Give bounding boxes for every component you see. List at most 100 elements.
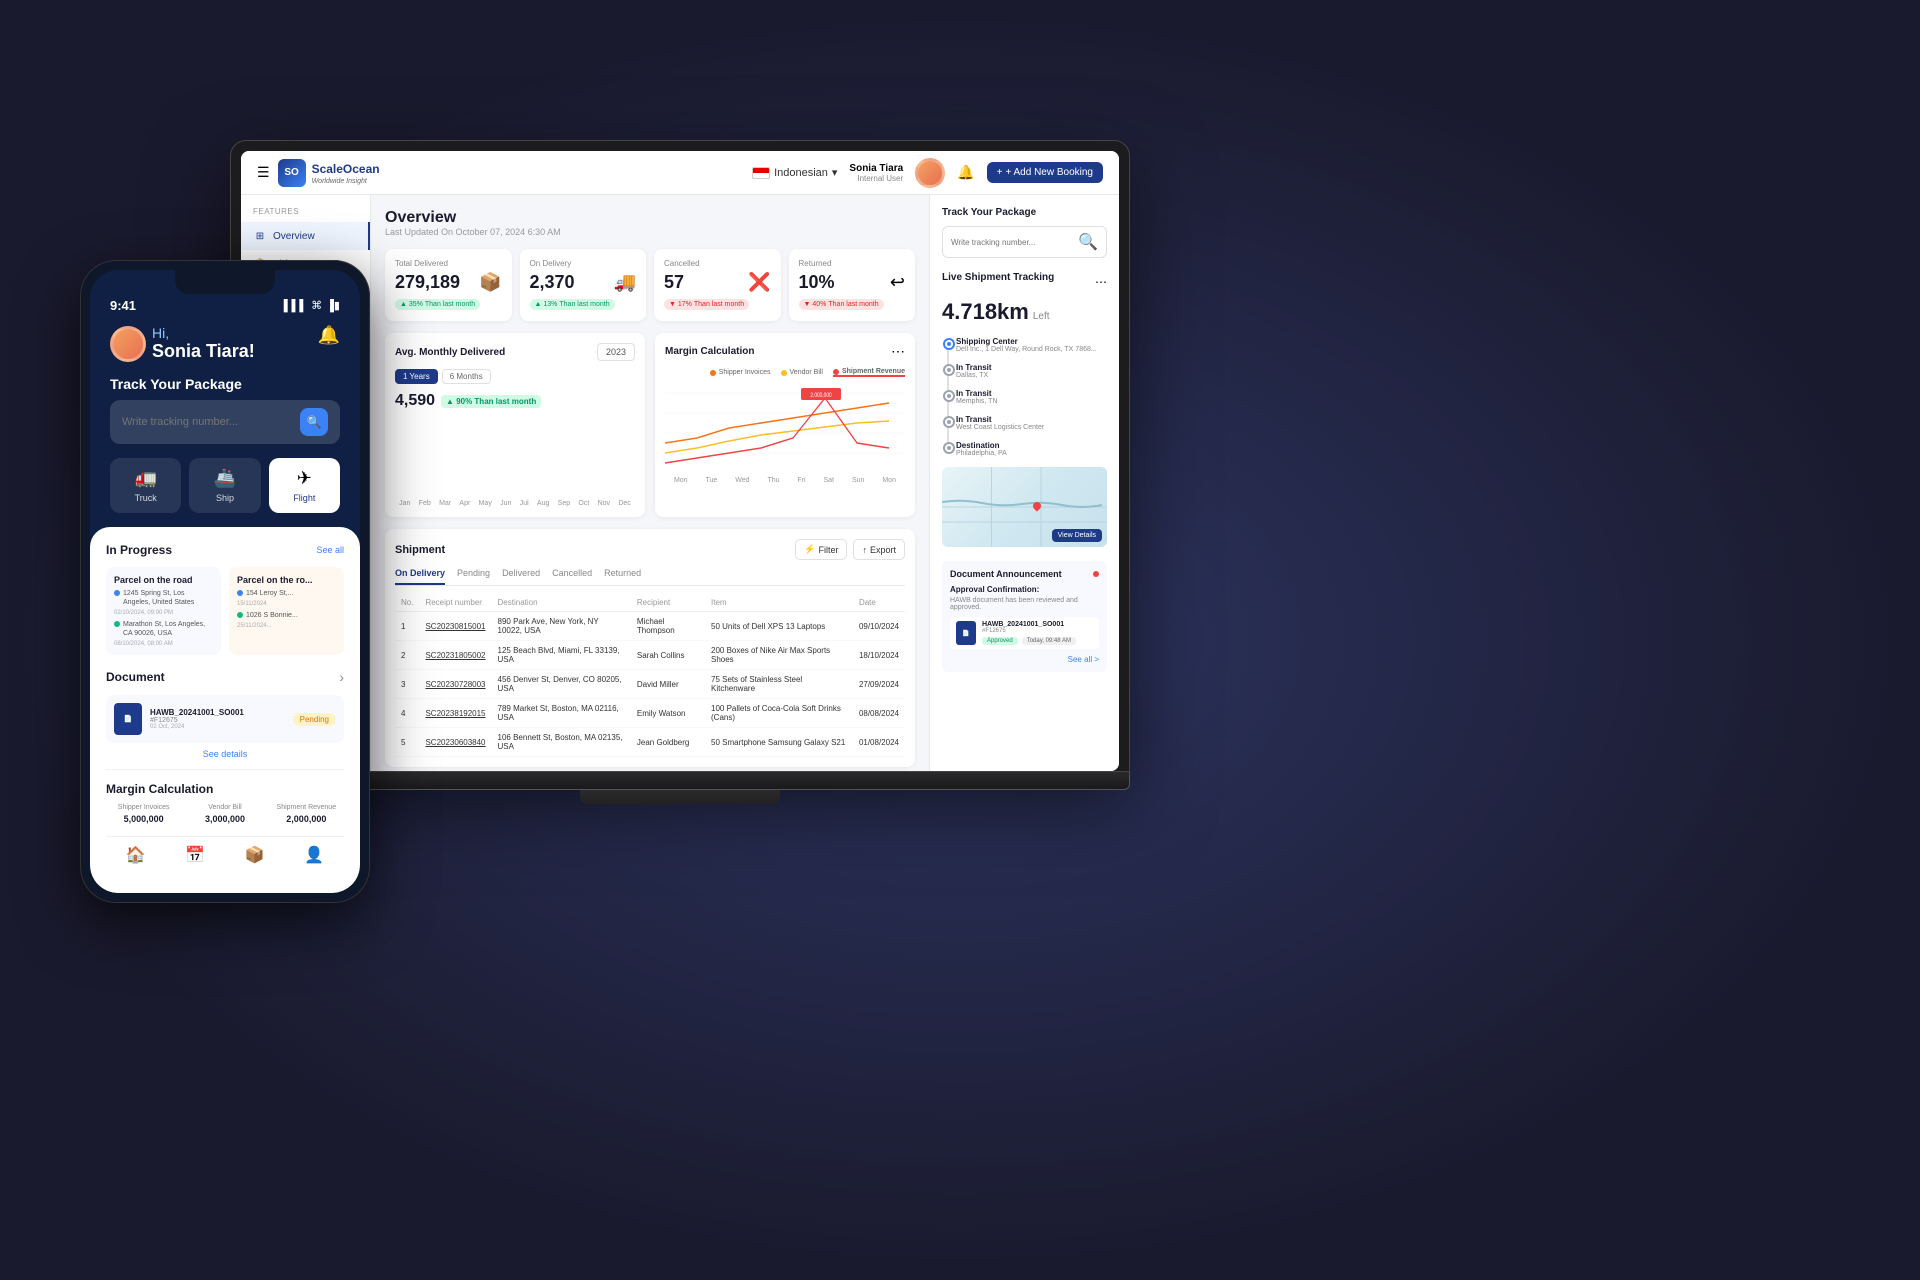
doc-icon: 📄 [114,703,142,735]
in-progress-title: In Progress [106,543,172,557]
stats-row: Total Delivered 279,189 📦 ▲ 35% Than las… [385,249,915,321]
see-all-link[interactable]: See all > [950,655,1099,664]
parcel-cards: Parcel on the road 1245 Spring St, Los A… [106,567,344,655]
tab-pending[interactable]: Pending [457,568,490,585]
battery-icon: ▐▮ [326,299,340,312]
laptop-body: FEATURES ⊞ Overview 📦 Shipment 📍 Trackin… [241,195,1119,771]
timeline-item-1: In Transit Dallas, TX [956,363,1107,379]
signal-icon: ▌▌▌ [284,300,307,312]
see-details-link[interactable]: See details [106,749,344,759]
avg-chart: Avg. Monthly Delivered 2023 1 Years 6 Mo… [385,333,645,517]
doc-row: 📄 HAWB_20241001_SO001 #F12675 02 Oct, 20… [106,695,344,743]
mobile-header: Hi, Sonia Tiara! 🔔 [90,317,360,376]
timeline-item-4: Destination Philadelphia, PA [956,441,1107,457]
transport-ship[interactable]: 🚢 Ship [189,458,260,513]
tab-1years[interactable]: 1 Years [395,369,438,384]
profile-icon: 👤 [304,845,324,865]
language-selector[interactable]: Indonesian ▾ [752,166,837,179]
charts-row: Avg. Monthly Delivered 2023 1 Years 6 Mo… [385,333,915,517]
live-tracking-section: Live Shipment Tracking ⋯ 4.718km Left [942,272,1107,547]
live-tracking-title: Live Shipment Tracking [942,272,1054,283]
stat-returned: Returned 10% ↩ ▼ 40% Than last month [789,249,916,321]
track-section: Track Your Package 🔍 [90,376,360,458]
receipt-link[interactable]: SC20230815001 [419,612,491,641]
parcel-card-2: Parcel on the ro... 154 Leroy St,... 15/… [229,567,344,655]
filter-button[interactable]: ⚡ Filter [795,539,847,560]
tab-returned[interactable]: Returned [604,568,641,585]
mobile-avatar [110,326,146,362]
nav-home[interactable]: 🏠 [106,845,166,865]
pending-badge: Pending [293,713,336,726]
table-row: 4 SC20238192015 789 Market St, Boston, M… [395,699,905,728]
stat-on-delivery: On Delivery 2,370 🚚 ▲ 13% Than last mont… [520,249,647,321]
ship-icon: 🚢 [214,468,236,489]
truck-icon: 🚛 [134,468,156,489]
track-input-wrapper[interactable]: 🔍 [110,400,340,444]
bell-icon-mobile[interactable]: 🔔 [318,325,340,346]
nav-profile[interactable]: 👤 [285,845,345,865]
nav-calendar[interactable]: 📅 [166,845,226,865]
calendar-icon: 📅 [185,845,205,865]
view-details-button[interactable]: View Details [1052,529,1102,542]
file-icon: 📄 [956,621,976,645]
sidebar-item-overview[interactable]: ⊞ Overview [241,222,370,250]
bar-chart [395,416,635,496]
stat-total-delivered: Total Delivered 279,189 📦 ▲ 35% Than las… [385,249,512,321]
timeline-dot [945,366,953,374]
tab-on-delivery[interactable]: On Delivery [395,568,445,585]
doc-section-mobile: Document › 📄 HAWB_20241001_SO001 #F12675… [106,669,344,770]
export-button[interactable]: ↑ Export [853,539,905,560]
receipt-link[interactable]: SC20230603840 [419,728,491,757]
search-button-mobile[interactable]: 🔍 [300,408,328,436]
mobile-bottom: In Progress See all Parcel on the road 1… [90,527,360,893]
nav-packages[interactable]: 📦 [225,845,285,865]
laptop-topnav: ☰ SO ScaleOcean Worldwide Insight [241,151,1119,195]
user-avatar [915,158,945,188]
timeline-dot [945,392,953,400]
tab-delivered[interactable]: Delivered [502,568,540,585]
track-input-mobile[interactable] [122,416,292,428]
line-chart: 2,000,000 [665,383,905,473]
mobile-screen: 9:41 ▌▌▌ ⌘ ▐▮ Hi, Sonia Tiar [90,270,360,893]
add-booking-button[interactable]: + + Add New Booking [987,162,1103,183]
receipt-link[interactable]: SC20231805002 [419,641,491,670]
page-subtitle: Last Updated On October 07, 2024 6:30 AM [385,227,915,237]
track-input[interactable] [951,238,1073,247]
logo-text: ScaleOcean Worldwide Insight [312,160,380,185]
tab-6months[interactable]: 6 Months [442,369,491,384]
panel-track-title: Track Your Package [942,207,1107,218]
bell-icon[interactable]: 🔔 [957,164,974,181]
table-row: 2 SC20231805002 125 Beach Blvd, Miami, F… [395,641,905,670]
user-info: Sonia Tiara Internal User [849,163,903,183]
doc-arrow-icon[interactable]: › [339,669,344,685]
shipment-table: No. Receipt number Destination Recipient… [395,594,905,757]
table-row: 5 SC20230603840 106 Bennett St, Boston, … [395,728,905,757]
transport-flight[interactable]: ✈ Flight [269,458,340,513]
mobile-notch [175,270,275,294]
tab-cancelled[interactable]: Cancelled [552,568,592,585]
flight-icon: ✈ [297,468,312,489]
logo: SO ScaleOcean Worldwide Insight [278,159,380,187]
stat-cancelled: Cancelled 57 ❌ ▼ 17% Than last month [654,249,781,321]
track-search-bar[interactable]: 🔍 [942,226,1107,258]
mobile-frame: 9:41 ▌▌▌ ⌘ ▐▮ Hi, Sonia Tiar [80,260,370,903]
see-all-button[interactable]: See all [316,545,344,555]
timeline-item-2: In Transit Memphis, TN [956,389,1107,405]
home-icon: 🏠 [126,845,146,865]
receipt-link[interactable]: SC20238192015 [419,699,491,728]
hamburger-icon[interactable]: ☰ [257,164,270,181]
receipt-link[interactable]: SC20230728003 [419,670,491,699]
more-icon[interactable]: ⋯ [891,343,905,360]
transport-truck[interactable]: 🚛 Truck [110,458,181,513]
packages-icon: 📦 [245,845,265,865]
more-options-icon[interactable]: ⋯ [1095,275,1107,289]
svg-text:2,000,000: 2,000,000 [810,393,831,400]
transport-tabs: 🚛 Truck 🚢 Ship ✈ Flight [90,458,360,527]
map[interactable]: View Details [942,467,1107,547]
overview-icon: ⊞ [253,229,267,243]
document-title: Document [106,670,165,684]
margin-section: Margin Calculation Shipper Invoices 5,00… [106,782,344,824]
notification-dot [1093,571,1099,577]
margin-chart: Margin Calculation ⋯ Shipper Invoices [655,333,915,517]
margin-shipper: Shipper Invoices 5,000,000 [106,804,181,824]
